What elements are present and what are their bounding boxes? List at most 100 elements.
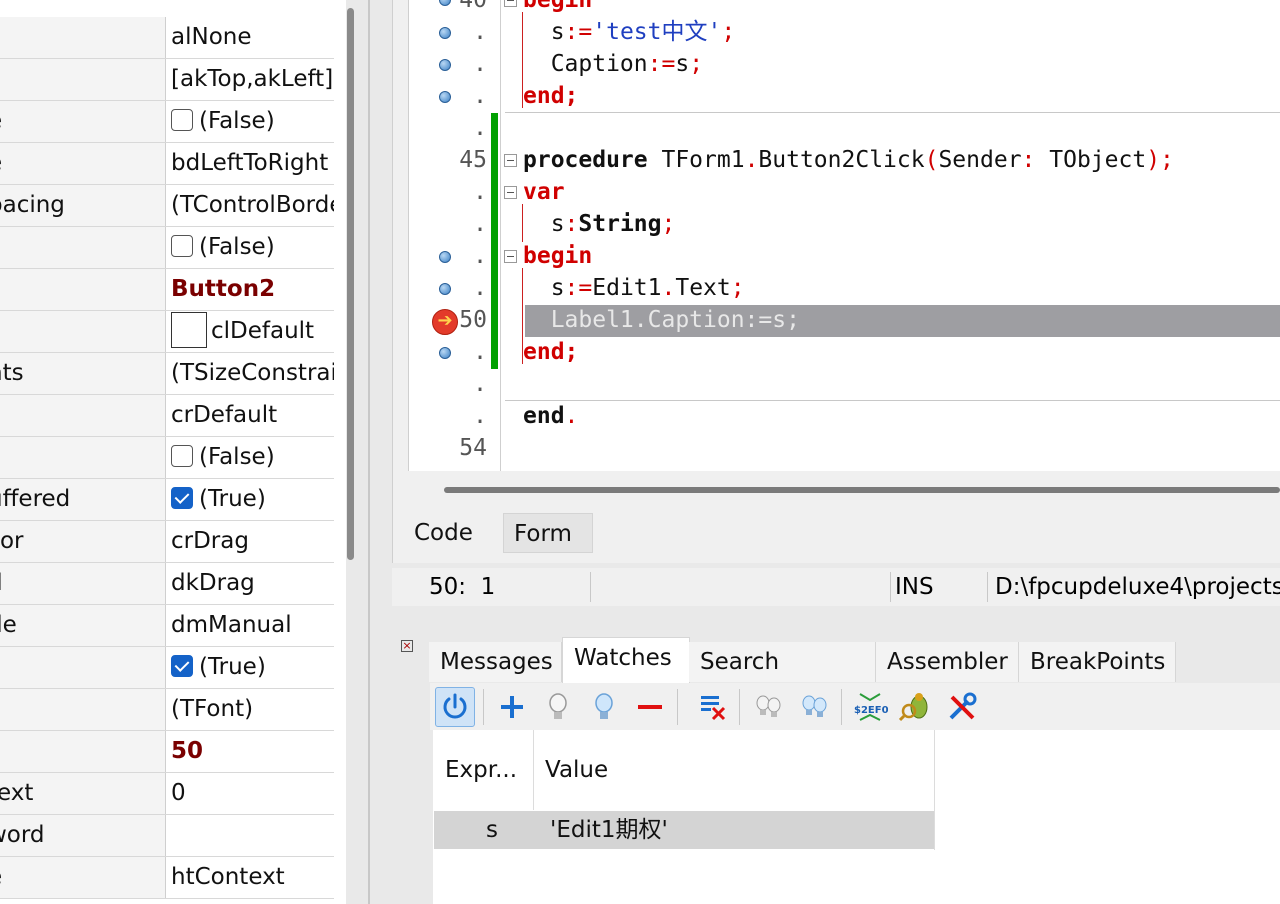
property-value[interactable]: 50 (167, 731, 334, 772)
tab-form[interactable]: Form (503, 513, 593, 553)
property-value[interactable]: bdLeftToRight (167, 143, 334, 184)
inspect-icon[interactable] (896, 687, 936, 727)
property-value[interactable]: crDefault (167, 395, 334, 436)
status-divider (890, 572, 891, 602)
bulb-blue-icon[interactable] (584, 687, 624, 727)
property-value[interactable]: alNone (167, 17, 334, 58)
code-line[interactable]: begin (523, 0, 592, 16)
evaluate-icon[interactable]: $2EF0 (850, 687, 890, 727)
column-header-expression[interactable]: Expr... (434, 730, 533, 810)
executable-line-dot-icon[interactable] (439, 91, 451, 103)
property-value[interactable]: (True) (167, 479, 334, 520)
property-row[interactable]: alNone (0, 17, 334, 59)
property-value[interactable]: Button2 (167, 269, 334, 310)
property-row[interactable]: uffered (True) (0, 479, 334, 521)
property-value[interactable]: (False) (167, 227, 334, 268)
property-value[interactable]: (TSizeConstrai (167, 353, 334, 394)
tab-watches[interactable]: Watches (562, 637, 690, 683)
code-line[interactable]: procedure TForm1.Button2Click(Sender: TO… (523, 144, 1174, 176)
fold-collapse-icon[interactable] (504, 186, 517, 199)
executable-line-dot-icon[interactable] (439, 27, 451, 39)
checkbox[interactable] (171, 486, 193, 509)
property-row[interactable]: pacing (TControlBorde (0, 185, 334, 227)
property-row[interactable]: crDefault (0, 395, 334, 437)
executable-line-dot-icon[interactable] (439, 251, 451, 263)
fold-collapse-icon[interactable] (504, 0, 517, 7)
property-value[interactable]: (False) (167, 437, 334, 478)
property-row[interactable]: sor crDrag (0, 521, 334, 563)
property-value[interactable]: htContext (167, 857, 334, 898)
delete-all-icon[interactable] (692, 687, 732, 727)
add-icon[interactable] (492, 687, 532, 727)
color-swatch[interactable] (171, 312, 207, 348)
tab-breakpoints[interactable]: BreakPoints (1019, 642, 1176, 682)
enable-all-icon[interactable] (794, 687, 834, 727)
property-value[interactable]: dmManual (167, 605, 334, 646)
property-row[interactable]: e bdLeftToRight (0, 143, 334, 185)
property-value[interactable]: (TFont) (167, 689, 334, 730)
property-row[interactable]: clDefault (0, 311, 334, 353)
property-value[interactable]: (False) (167, 101, 334, 142)
checkbox[interactable] (171, 108, 193, 131)
property-value[interactable] (167, 815, 334, 856)
panel-splitter[interactable] (368, 0, 370, 904)
code-line[interactable]: s:=Edit1.Text; (523, 272, 745, 304)
property-row[interactable]: [akTop,akLeft] (0, 59, 334, 101)
property-row[interactable]: Button2 (0, 269, 334, 311)
property-value[interactable]: dkDrag (167, 563, 334, 604)
checkbox[interactable] (171, 234, 193, 257)
column-header-value[interactable]: Value (534, 730, 934, 810)
tab-messages[interactable]: Messages (429, 642, 562, 682)
disable-all-icon[interactable] (748, 687, 788, 727)
code-line[interactable]: s:String; (523, 208, 676, 240)
table-row[interactable] (434, 811, 934, 849)
property-row[interactable]: d dkDrag (0, 563, 334, 605)
property-row[interactable]: word (0, 815, 334, 857)
bulb-icon[interactable] (538, 687, 578, 727)
code-line[interactable]: s:='test中文'; (523, 16, 736, 48)
property-row[interactable]: nts (TSizeConstrai (0, 353, 334, 395)
fold-collapse-icon[interactable] (504, 154, 517, 167)
property-value[interactable]: clDefault (167, 311, 334, 352)
fold-collapse-icon[interactable] (504, 250, 517, 263)
code-line[interactable]: begin (523, 240, 592, 272)
code-line[interactable]: end. (523, 400, 578, 432)
property-row[interactable]: (False) (0, 437, 334, 479)
tab-assembler[interactable]: Assembler (876, 642, 1019, 682)
inspector-scrollbar[interactable] (347, 8, 354, 560)
remove-icon[interactable] (630, 687, 670, 727)
property-row[interactable]: de dmManual (0, 605, 334, 647)
tab-code[interactable]: Code (404, 513, 501, 553)
code-line[interactable]: Caption:=s; (523, 48, 703, 80)
close-icon[interactable]: × (401, 640, 413, 652)
code-line[interactable]: end; (523, 80, 578, 112)
property-row[interactable]: e (False) (0, 101, 334, 143)
property-row[interactable]: (True) (0, 647, 334, 689)
property-row[interactable]: text 0 (0, 773, 334, 815)
code-line[interactable]: end; (523, 336, 578, 368)
property-value[interactable]: crDrag (167, 521, 334, 562)
property-name: sor (0, 521, 166, 562)
power-icon[interactable] (435, 687, 475, 727)
property-name: e (0, 101, 166, 142)
code-line[interactable]: var (523, 176, 565, 208)
tab-search-results[interactable]: Search Results (689, 642, 876, 715)
property-value[interactable]: 0 (167, 773, 334, 814)
executable-line-dot-icon[interactable] (439, 283, 451, 295)
property-row[interactable]: (False) (0, 227, 334, 269)
executable-line-dot-icon[interactable] (439, 347, 451, 359)
property-value[interactable]: (True) (167, 647, 334, 688)
checkbox[interactable] (171, 444, 193, 467)
code-line-current[interactable]: Label1.Caption:=s; (523, 304, 800, 336)
property-value[interactable]: [akTop,akLeft] (167, 59, 334, 100)
property-row[interactable]: 50 (0, 731, 334, 773)
property-value[interactable]: (TControlBorde (167, 185, 334, 226)
watch-expression[interactable]: s (486, 811, 498, 849)
editor-horizontal-scrollbar[interactable] (444, 487, 1280, 493)
properties-icon[interactable] (942, 687, 982, 727)
checkbox[interactable] (171, 654, 193, 677)
property-row[interactable]: e htContext (0, 857, 334, 899)
watch-value[interactable]: 'Edit1期权' (550, 811, 668, 849)
executable-line-dot-icon[interactable] (439, 59, 451, 71)
property-row[interactable]: (TFont) (0, 689, 334, 731)
